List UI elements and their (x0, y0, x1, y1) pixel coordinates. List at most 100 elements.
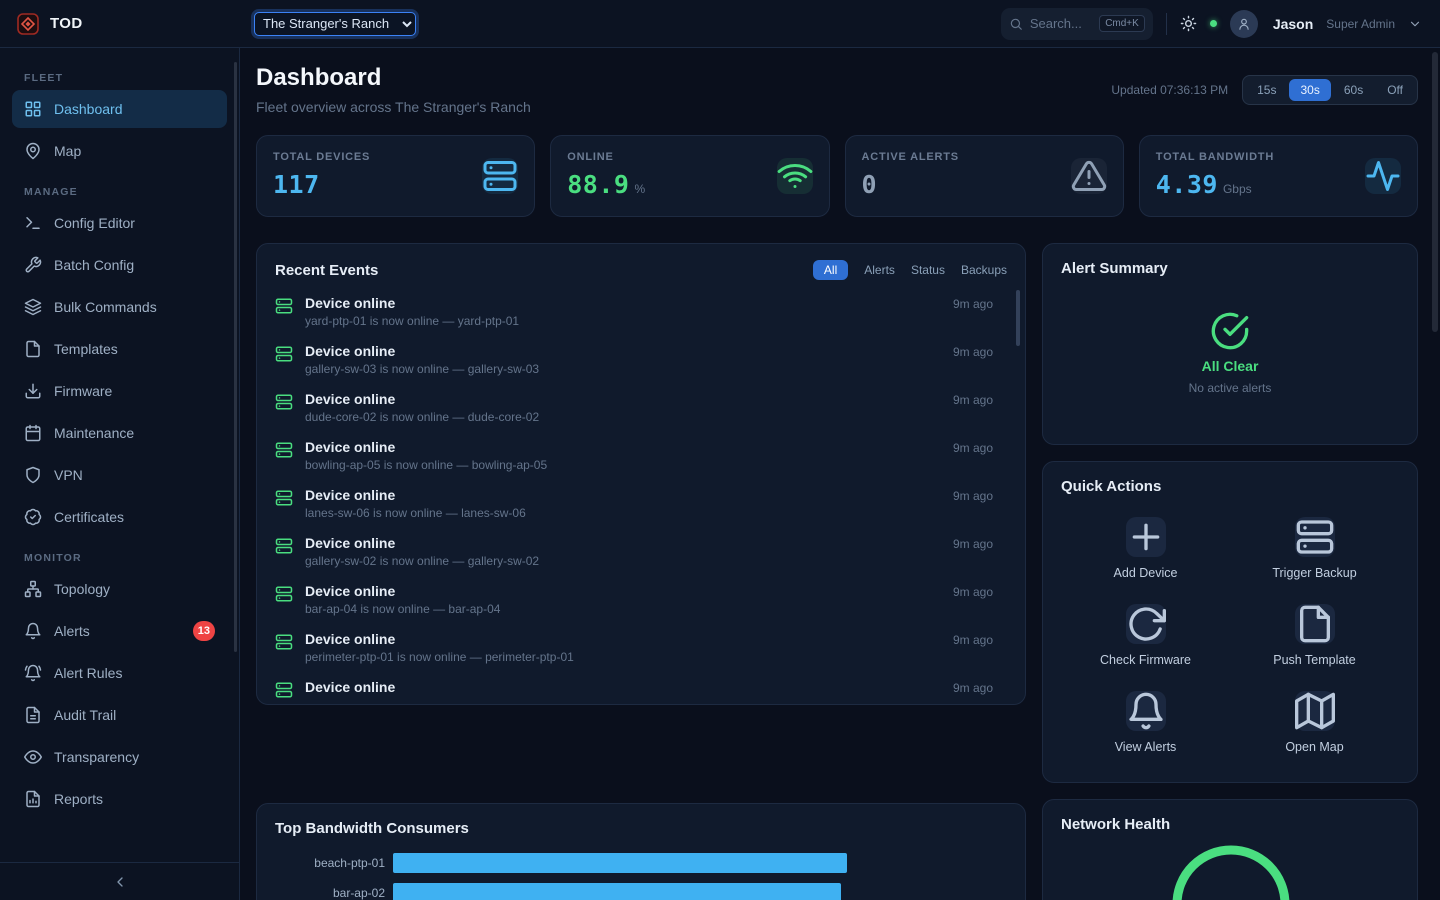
user-icon (1237, 17, 1251, 31)
event-list-item[interactable]: Device onlinebar-ap-04 is now online — b… (275, 576, 993, 624)
search-input[interactable] (1030, 16, 1092, 31)
event-title: Device online (305, 631, 941, 647)
quick-action-open-map[interactable]: Open Map (1230, 691, 1399, 754)
plus-icon (1126, 517, 1166, 557)
server-icon (275, 681, 293, 699)
sidebar-item-vpn[interactable]: VPN (12, 456, 227, 494)
recent-events-card: Recent Events AllAlertsStatusBackups Dev… (256, 243, 1026, 705)
sidebar-section-label: MANAGE (24, 186, 215, 198)
refresh-option-60s[interactable]: 60s (1333, 79, 1374, 101)
theme-toggle-sun-icon[interactable] (1180, 15, 1197, 32)
page-scrollbar-thumb[interactable] (1432, 52, 1438, 332)
bandwidth-bars: beach-ptp-01bar-ap-02 (275, 853, 1007, 900)
quick-action-trigger-backup[interactable]: Trigger Backup (1230, 517, 1399, 580)
terminal-icon (24, 214, 42, 232)
sidebar-item-label: Config Editor (54, 215, 135, 231)
main-content: Dashboard Fleet overview across The Stra… (240, 48, 1440, 900)
event-list-item[interactable]: Device onlinegallery-sw-03 is now online… (275, 336, 993, 384)
stat-card-total-devices: TOTAL DEVICES117 (256, 135, 535, 217)
user-menu-chevron-down-icon[interactable] (1408, 17, 1422, 31)
event-title: Device online (305, 439, 941, 455)
sidebar-item-templates[interactable]: Templates (12, 330, 227, 368)
events-tab-backups[interactable]: Backups (961, 263, 1007, 277)
event-list-item[interactable]: Device online bowling-ap-05 is now online… (275, 432, 993, 480)
stat-card-online: ONLINE88.9% (550, 135, 829, 217)
event-detail: bowling-ap-05 is now online — bowling-ap… (305, 458, 941, 472)
sidebar-item-alert-rules[interactable]: Alert Rules (12, 654, 227, 692)
search-icon (1009, 17, 1023, 31)
stat-label: TOTAL BANDWIDTH (1156, 151, 1274, 163)
event-list-item[interactable]: Device onlineyard-ptp-01 is now online —… (275, 288, 993, 336)
event-list-item[interactable]: Device online lanes-sw-06 is now online —… (275, 480, 993, 528)
search-box[interactable]: Cmd+K (1001, 8, 1153, 40)
server-icon (275, 393, 293, 411)
sidebar-item-label: Alerts (54, 623, 90, 639)
bell-icon (24, 622, 42, 640)
download-icon (24, 382, 42, 400)
bandwidth-device-label: beach-ptp-01 (275, 856, 385, 870)
alert-summary-card: Alert Summary All Clear No active alerts (1042, 243, 1418, 445)
site-selector[interactable]: The Stranger's Ranch (254, 12, 416, 36)
sidebar-item-label: Maintenance (54, 425, 134, 441)
sidebar-item-config-editor[interactable]: Config Editor (12, 204, 227, 242)
refresh-option-off[interactable]: Off (1376, 79, 1414, 101)
refresh-option-15s[interactable]: 15s (1246, 79, 1287, 101)
sidebar-collapse-button[interactable] (0, 862, 239, 900)
sidebar-item-firmware[interactable]: Firmware (12, 372, 227, 410)
events-tab-alerts[interactable]: Alerts (864, 263, 895, 277)
sidebar-item-label: Templates (54, 341, 118, 357)
bandwidth-card: Top Bandwidth Consumers beach-ptp-01bar-… (256, 803, 1026, 900)
server-icon (1295, 517, 1335, 557)
event-title: Device online (305, 487, 941, 503)
topbar: TOD The Stranger's Ranch Cmd+K Jason Sup… (0, 0, 1440, 48)
shield-icon (24, 466, 42, 484)
refresh-option-30s[interactable]: 30s (1289, 79, 1330, 101)
event-list-item[interactable]: Device online9m ago (275, 672, 993, 705)
file-icon (24, 340, 42, 358)
event-detail: lanes-sw-06 is now online — lanes-sw-06 (305, 506, 941, 520)
activity-icon (1365, 158, 1401, 194)
quick-action-push-template[interactable]: Push Template (1230, 604, 1399, 667)
avatar[interactable] (1230, 10, 1258, 38)
sidebar-item-reports[interactable]: Reports (12, 780, 227, 818)
quick-action-check-firmware[interactable]: Check Firmware (1061, 604, 1230, 667)
event-list-item[interactable]: Device onlinegallery-sw-02 is now online… (275, 528, 993, 576)
events-tab-status[interactable]: Status (911, 263, 945, 277)
sidebar-scrollbar-thumb[interactable] (234, 62, 237, 652)
alert-summary-detail: No active alerts (1189, 381, 1272, 395)
sidebar-item-maintenance[interactable]: Maintenance (12, 414, 227, 452)
map-icon (1295, 691, 1335, 731)
sidebar-item-dashboard[interactable]: Dashboard (12, 90, 227, 128)
sidebar-item-certificates[interactable]: Certificates (12, 498, 227, 536)
quick-action-view-alerts[interactable]: View Alerts (1061, 691, 1230, 754)
network-health-gauge (1043, 800, 1418, 900)
sidebar-item-alerts[interactable]: Alerts13 (12, 612, 227, 650)
event-list-item[interactable]: Device onlinedude-core-02 is now online … (275, 384, 993, 432)
event-time: 9m ago (953, 441, 993, 455)
server-icon (275, 585, 293, 603)
stat-card-active-alerts: ACTIVE ALERTS0 (845, 135, 1124, 217)
sidebar-item-topology[interactable]: Topology (12, 570, 227, 608)
sidebar-item-bulk-commands[interactable]: Bulk Commands (12, 288, 227, 326)
event-time: 9m ago (953, 297, 993, 311)
stats-row: TOTAL DEVICES117ONLINE88.9%ACTIVE ALERTS… (256, 135, 1418, 217)
sidebar-item-map[interactable]: Map (12, 132, 227, 170)
page-header: Dashboard Fleet overview across The Stra… (256, 64, 1418, 115)
bandwidth-row: beach-ptp-01 (275, 853, 1007, 873)
sidebar-item-audit-trail[interactable]: Audit Trail (12, 696, 227, 734)
event-title: Device online (305, 535, 941, 551)
wrench-icon (24, 256, 42, 274)
bandwidth-title: Top Bandwidth Consumers (275, 820, 1007, 837)
event-title: Device online (305, 679, 941, 695)
quick-action-add-device[interactable]: Add Device (1061, 517, 1230, 580)
refresh-icon (1126, 604, 1166, 644)
event-detail: yard-ptp-01 is now online — yard-ptp-01 (305, 314, 941, 328)
events-scrollbar-thumb[interactable] (1016, 290, 1020, 346)
event-list-item[interactable]: Device onlineperimeter-ptp-01 is now onl… (275, 624, 993, 672)
events-tab-all[interactable]: All (813, 260, 848, 280)
badge-check-icon (24, 508, 42, 526)
sidebar-item-transparency[interactable]: Transparency (12, 738, 227, 776)
sidebar-item-batch-config[interactable]: Batch Config (12, 246, 227, 284)
bandwidth-bar-track (393, 883, 1007, 900)
quick-action-label: Push Template (1273, 653, 1355, 667)
